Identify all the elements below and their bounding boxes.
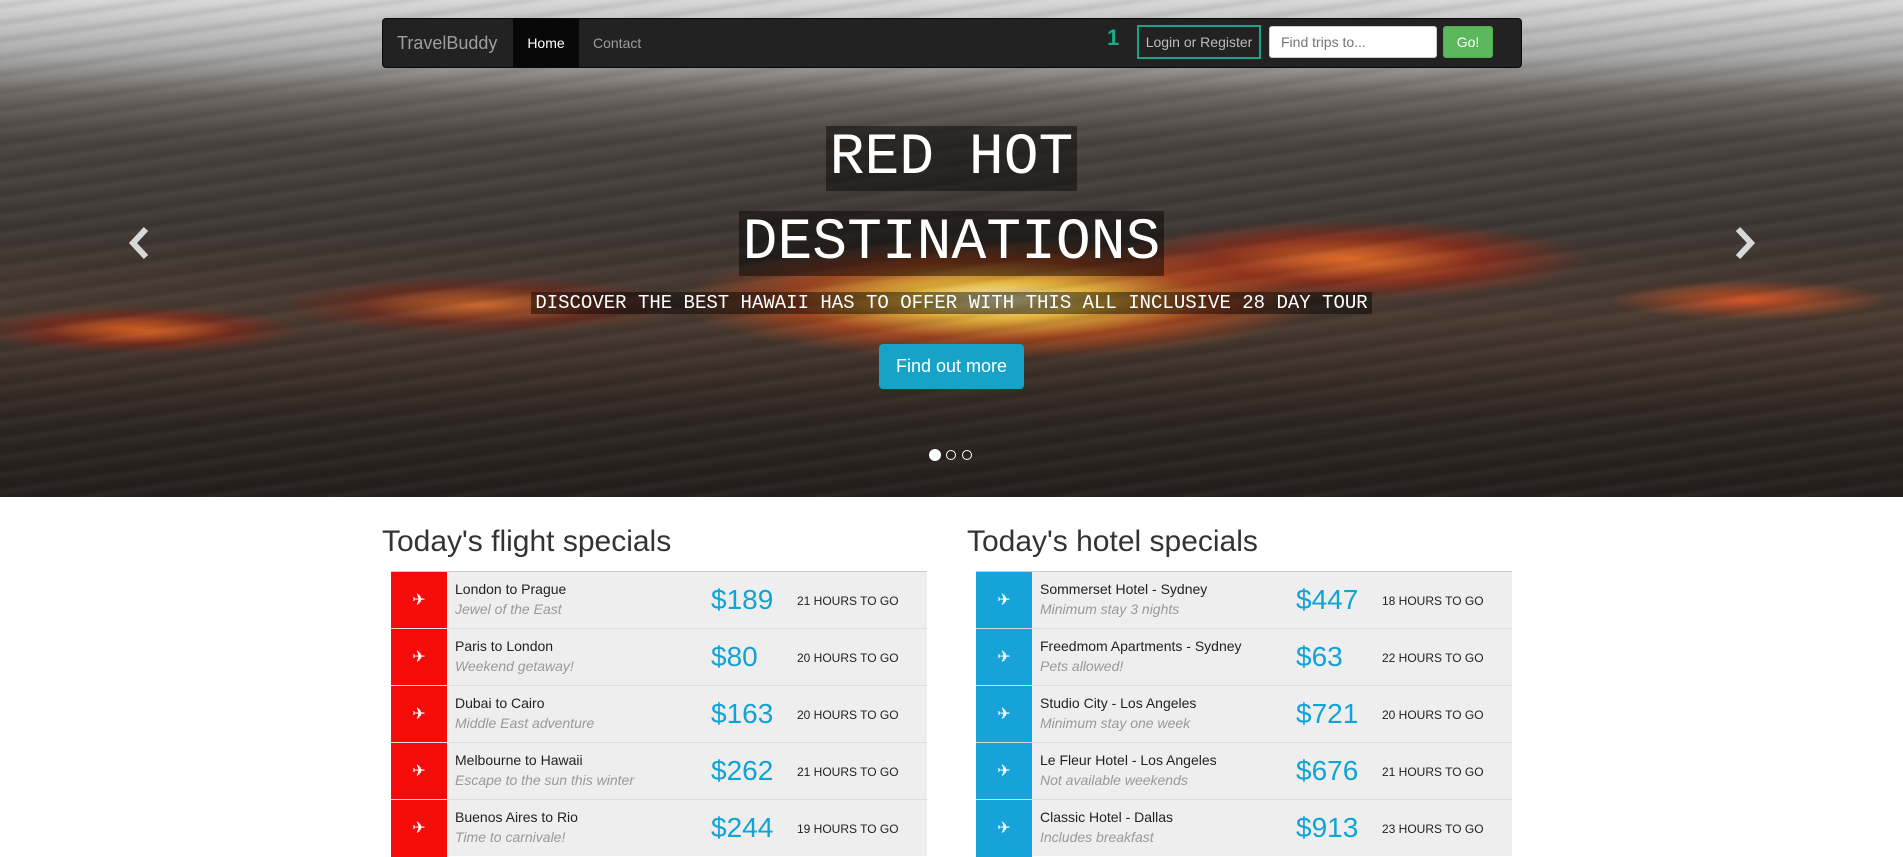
chevron-right-icon[interactable] [1734, 226, 1756, 267]
hotel-time-left: 20 HOURS TO GO [1382, 708, 1484, 722]
flight-row[interactable]: ✈ London to Prague Jewel of the East $18… [391, 571, 927, 629]
hotel-row[interactable]: ✈ Sommerset Hotel - Sydney Minimum stay … [976, 571, 1512, 629]
hotel-name[interactable]: Freedmom Apartments - Sydney [1040, 638, 1242, 654]
flight-time-left: 21 HOURS TO GO [797, 765, 899, 779]
flight-price: $262 [711, 755, 774, 786]
hotel-time-left: 23 HOURS TO GO [1382, 822, 1484, 836]
search-go-button[interactable]: Go! [1443, 26, 1493, 58]
flight-tagline: Jewel of the East [455, 601, 562, 617]
flight-row[interactable]: ✈ Buenos Aires to Rio Time to carnivale!… [391, 799, 927, 857]
navbar: TravelBuddy Home Contact 1 Login or Regi… [382, 18, 1522, 68]
hotel-name[interactable]: Studio City - Los Angeles [1040, 695, 1196, 711]
paper-plane-icon: ✈ [391, 629, 447, 686]
hotel-specials-list: ✈ Sommerset Hotel - Sydney Minimum stay … [976, 571, 1512, 857]
hotel-name[interactable]: Sommerset Hotel - Sydney [1040, 581, 1207, 597]
flight-tagline: Time to carnivale! [455, 829, 566, 845]
hero-title-line1: RED HOT [825, 126, 1078, 191]
hotel-row[interactable]: ✈ Studio City - Los Angeles Minimum stay… [976, 685, 1512, 743]
hotel-row[interactable]: ✈ Freedmom Apartments - Sydney Pets allo… [976, 628, 1512, 686]
flight-price: $189 [711, 584, 774, 615]
paper-plane-icon: ✈ [391, 572, 447, 629]
chevron-left-icon[interactable] [128, 226, 150, 267]
flight-route[interactable]: Buenos Aires to Rio [455, 809, 578, 825]
nav-item-home[interactable]: Home [513, 18, 579, 68]
login-register-button[interactable]: Login or Register [1137, 25, 1261, 59]
paper-plane-icon: ✈ [976, 686, 1032, 743]
flight-route[interactable]: Dubai to Cairo [455, 695, 545, 711]
flight-specials-title: Today's flight specials [382, 525, 672, 558]
paper-plane-icon: ✈ [391, 800, 447, 857]
flight-tagline: Weekend getaway! [455, 658, 574, 674]
carousel-indicator[interactable] [962, 450, 972, 460]
paper-plane-icon: ✈ [391, 686, 447, 743]
flight-time-left: 21 HOURS TO GO [797, 594, 899, 608]
hotel-price: $447 [1296, 584, 1359, 615]
hotel-name[interactable]: Classic Hotel - Dallas [1040, 809, 1173, 825]
flight-time-left: 20 HOURS TO GO [797, 708, 899, 722]
nav-item-contact[interactable]: Contact [593, 19, 641, 67]
carousel-indicator[interactable] [929, 449, 941, 461]
paper-plane-icon: ✈ [976, 743, 1032, 800]
hotel-row[interactable]: ✈ Classic Hotel - Dallas Includes breakf… [976, 799, 1512, 857]
hotel-price: $721 [1296, 698, 1359, 729]
hotel-row[interactable]: ✈ Le Fleur Hotel - Los Angeles Not avail… [976, 742, 1512, 800]
find-out-more-button[interactable]: Find out more [879, 344, 1024, 389]
notification-badge: 1 [1107, 25, 1120, 50]
hotel-time-left: 21 HOURS TO GO [1382, 765, 1484, 779]
hotel-price: $913 [1296, 812, 1359, 843]
hotel-tagline: Includes breakfast [1040, 829, 1154, 845]
hotel-tagline: Not available weekends [1040, 772, 1188, 788]
brand-logo[interactable]: TravelBuddy [397, 33, 497, 54]
hero-subtitle: DISCOVER THE BEST HAWAII HAS TO OFFER WI… [531, 292, 1372, 314]
paper-plane-icon: ✈ [976, 629, 1032, 686]
flight-price: $80 [711, 641, 758, 672]
flight-route[interactable]: Melbourne to Hawaii [455, 752, 583, 768]
flight-route[interactable]: London to Prague [455, 581, 566, 597]
hotel-specials-title: Today's hotel specials [967, 525, 1258, 558]
hotel-tagline: Pets allowed! [1040, 658, 1124, 674]
flight-price: $163 [711, 698, 774, 729]
flight-price: $244 [711, 812, 774, 843]
hotel-name[interactable]: Le Fleur Hotel - Los Angeles [1040, 752, 1217, 768]
paper-plane-icon: ✈ [976, 572, 1032, 629]
flight-row[interactable]: ✈ Melbourne to Hawaii Escape to the sun … [391, 742, 927, 800]
flight-tagline: Escape to the sun this winter [455, 772, 634, 788]
hotel-price: $676 [1296, 755, 1359, 786]
flight-specials-list: ✈ London to Prague Jewel of the East $18… [391, 571, 927, 857]
carousel-indicator[interactable] [946, 450, 956, 460]
paper-plane-icon: ✈ [391, 743, 447, 800]
flight-row[interactable]: ✈ Dubai to Cairo Middle East adventure $… [391, 685, 927, 743]
hotel-price: $63 [1296, 641, 1343, 672]
hotel-time-left: 22 HOURS TO GO [1382, 651, 1484, 665]
hotel-time-left: 18 HOURS TO GO [1382, 594, 1484, 608]
flight-route[interactable]: Paris to London [455, 638, 553, 654]
hotel-tagline: Minimum stay 3 nights [1040, 601, 1180, 617]
hotel-tagline: Minimum stay one week [1040, 715, 1191, 731]
search-input[interactable] [1269, 26, 1437, 58]
flight-time-left: 19 HOURS TO GO [797, 822, 899, 836]
flight-row[interactable]: ✈ Paris to London Weekend getaway! $80 2… [391, 628, 927, 686]
flight-tagline: Middle East adventure [455, 715, 595, 731]
paper-plane-icon: ✈ [976, 800, 1032, 857]
hero-title-line2: DESTINATIONS [738, 211, 1165, 276]
flight-time-left: 20 HOURS TO GO [797, 651, 899, 665]
